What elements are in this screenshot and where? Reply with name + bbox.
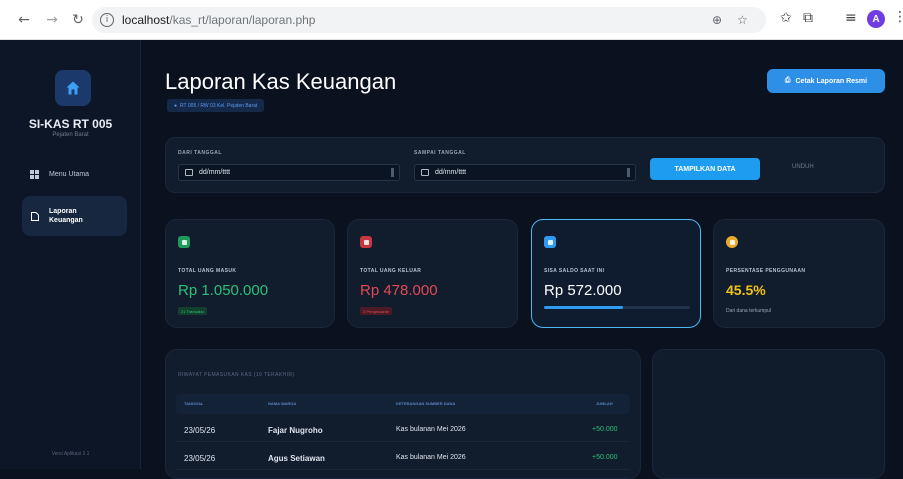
- sidebar-item-label-line2: Keuangan: [49, 217, 83, 224]
- page-title: Laporan Kas Keuangan: [165, 69, 397, 94]
- stat-label: SISA SALDO SAAT INI: [544, 268, 605, 274]
- cell-description: Kas bulanan Mei 2026: [396, 454, 466, 461]
- address-bar[interactable]: i localhost/kas_rt/laporan/laporan.php ⊕…: [92, 7, 766, 33]
- wallet-icon: [544, 236, 556, 248]
- balance-progress-bar: [544, 306, 690, 309]
- sidebar: SI-KAS RT 005 Pejaten Barat Menu Utama L…: [0, 40, 141, 469]
- sidebar-item-laporan-keuangan[interactable]: Laporan Keuangan: [22, 196, 127, 236]
- cell-date: 23/05/26: [184, 454, 216, 463]
- stat-card-usage: PERSENTASE PENGGUNAAN 45.5% Dari dana te…: [713, 219, 885, 328]
- stat-value: Rp 478.000: [360, 282, 438, 299]
- sidebar-item-label: Menu Utama: [49, 171, 90, 178]
- stat-value: Rp 572.000: [544, 282, 622, 299]
- forward-arrow-icon[interactable]: →: [41, 9, 63, 31]
- printer-icon: ⎙: [784, 77, 791, 84]
- percentage-icon: [726, 236, 738, 248]
- sidebar-item-label: Laporan Keuangan: [49, 207, 83, 225]
- from-date-input[interactable]: dd/mm/tttt: [178, 164, 400, 181]
- cell-description: Kas bulanan Mei 2026: [396, 426, 466, 433]
- location-pin-icon: ●: [174, 102, 178, 109]
- print-report-label: Cetak Laporan Resmi: [795, 77, 868, 85]
- browser-menu-icon[interactable]: ⋮: [893, 9, 903, 25]
- grid-icon: [30, 170, 39, 179]
- cell-name: Fajar Nugroho: [268, 426, 323, 435]
- stat-label: TOTAL UANG MASUK: [178, 268, 237, 274]
- picker-toggle-icon[interactable]: [627, 168, 630, 177]
- url-text: localhost/kas_rt/laporan/laporan.php: [122, 13, 315, 27]
- stat-card-balance: SISA SALDO SAAT INI Rp 572.000: [531, 219, 701, 328]
- document-icon: [31, 211, 39, 221]
- from-date-label: DARI TANGGAL: [178, 150, 222, 156]
- from-date-value: dd/mm/tttt: [199, 169, 231, 176]
- table-row: 23/05/26 Agus Setiawan Kas bulanan Mei 2…: [176, 446, 630, 470]
- cell-amount: +50.000: [592, 426, 618, 433]
- reading-list-icon[interactable]: ⧉: [803, 10, 813, 26]
- column-header-date: TANGGAL: [184, 401, 204, 406]
- table-title: RIWAYAT PEMASUKAN KAS (10 TERAKHIR): [178, 372, 295, 378]
- location-badge: ● RT 005 / RW 03 Kel. Pejaten Barat: [167, 99, 265, 112]
- stat-sub-badge: 3 Pengeluaran: [360, 307, 393, 315]
- extensions-icon[interactable]: ✩: [780, 10, 792, 26]
- calendar-icon: [185, 169, 193, 176]
- app-version: Versi Aplikasi 2.1: [51, 451, 90, 457]
- app-logo: [55, 70, 91, 106]
- stat-card-income: TOTAL UANG MASUK Rp 1.050.000 21 Transak…: [165, 219, 335, 328]
- stat-value: 45.5%: [726, 282, 766, 298]
- site-info-icon[interactable]: i: [100, 13, 114, 27]
- expense-icon: [360, 236, 372, 248]
- stat-sub: Dari dana terkumpul: [726, 308, 772, 314]
- profile-avatar[interactable]: A: [867, 10, 885, 28]
- table-header: TANGGAL NAMA WARGA KETERANGAN SUMBER DAN…: [176, 394, 630, 414]
- reload-icon[interactable]: ↻: [67, 9, 89, 31]
- cell-name: Agus Setiawan: [268, 454, 325, 463]
- stat-label: TOTAL UANG KELUAR: [360, 268, 422, 274]
- stat-card-expense: TOTAL UANG KELUAR Rp 478.000 3 Pengeluar…: [347, 219, 518, 328]
- app-name: SI-KAS RT 005: [28, 117, 113, 131]
- url-host: localhost: [122, 13, 170, 27]
- calendar-icon: [421, 169, 429, 176]
- zoom-icon[interactable]: ⊕: [712, 13, 722, 27]
- main-content: Laporan Kas Keuangan ● RT 005 / RW 03 Ke…: [141, 40, 903, 479]
- to-date-value: dd/mm/tttt: [435, 169, 467, 176]
- stat-sub-badge: 21 Transaksi: [178, 307, 207, 315]
- location-text: RT 005 / RW 03 Kel. Pejaten Barat: [180, 102, 258, 109]
- sidebar-item-label-line1: Laporan: [49, 208, 77, 215]
- bookmark-star-icon[interactable]: ☆: [737, 13, 748, 27]
- table-row: 23/05/26 Fajar Nugroho Kas bulanan Mei 2…: [176, 418, 630, 442]
- download-button[interactable]: UNDUH: [792, 164, 814, 170]
- tab-search-icon[interactable]: ≡: [845, 10, 857, 26]
- to-date-input[interactable]: dd/mm/tttt: [414, 164, 636, 181]
- url-path: /kas_rt/laporan/laporan.php: [169, 13, 316, 27]
- income-icon: [178, 236, 190, 248]
- income-history-card: RIWAYAT PEMASUKAN KAS (10 TERAKHIR) TANG…: [165, 349, 641, 479]
- cell-amount: +50.000: [592, 454, 618, 461]
- show-data-button[interactable]: TAMPILKAN DATA: [650, 158, 760, 180]
- column-header-amount: JUMLAH: [596, 401, 613, 406]
- home-icon: [66, 81, 80, 95]
- column-header-name: NAMA WARGA: [268, 401, 297, 406]
- stat-value: Rp 1.050.000: [178, 282, 269, 299]
- chart-panel: [652, 349, 885, 479]
- sidebar-item-menu-utama[interactable]: Menu Utama: [30, 170, 89, 179]
- back-arrow-icon[interactable]: ←: [13, 9, 35, 31]
- browser-toolbar: ← → ↻ i localhost/kas_rt/laporan/laporan…: [0, 0, 903, 40]
- picker-toggle-icon[interactable]: [391, 168, 394, 177]
- app-subtitle: Pejaten Barat: [52, 132, 89, 138]
- stat-label: PERSENTASE PENGGUNAAN: [726, 268, 806, 274]
- balance-progress-fill: [544, 306, 623, 309]
- to-date-label: SAMPAI TANGGAL: [414, 150, 466, 156]
- date-filter-card: DARI TANGGAL dd/mm/tttt SAMPAI TANGGAL d…: [165, 137, 885, 193]
- column-header-description: KETERANGAN SUMBER DANA: [396, 401, 456, 406]
- cell-date: 23/05/26: [184, 426, 216, 435]
- print-report-button[interactable]: ⎙ Cetak Laporan Resmi: [767, 69, 885, 93]
